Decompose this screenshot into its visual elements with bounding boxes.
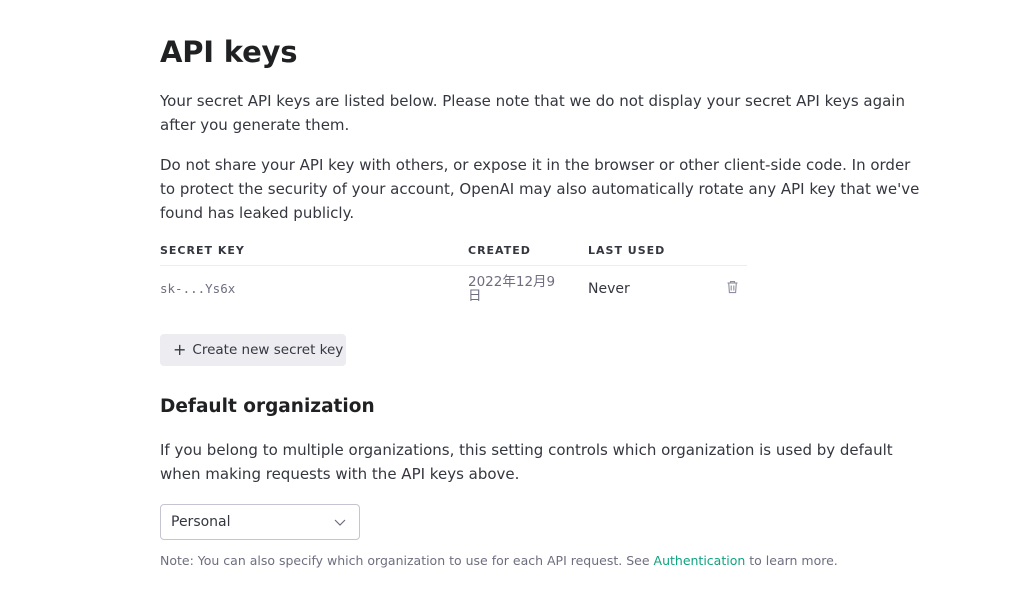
intro-text: Your secret API keys are listed below. P… (160, 92, 905, 134)
organization-note: Note: You can also specify which organiz… (160, 553, 838, 568)
default-organization-description: If you belong to multiple organizations,… (160, 441, 893, 483)
table-header-row: SECRET KEY CREATED LAST USED (160, 243, 747, 266)
trash-icon[interactable] (725, 280, 739, 294)
authentication-link[interactable]: Authentication (654, 553, 746, 568)
note-prefix: Note: You can also specify which organiz… (160, 553, 654, 568)
note-suffix: to learn more. (745, 553, 838, 568)
column-header-created: CREATED (468, 243, 588, 266)
secret-key-value: sk-...Ys6x (160, 281, 236, 296)
last-used-cell: Never (588, 266, 718, 313)
column-header-actions (718, 243, 747, 266)
organization-select-value: Personal (171, 514, 231, 530)
actions-cell (718, 266, 747, 313)
column-header-secret-key: SECRET KEY (160, 243, 468, 266)
last-used-value: Never (588, 281, 630, 297)
create-new-secret-key-button[interactable]: + Create new secret key (160, 334, 346, 366)
chevron-down-icon (334, 519, 346, 526)
column-header-last-used: LAST USED (588, 243, 718, 266)
organization-select[interactable]: Personal (160, 504, 360, 540)
plus-icon: + (173, 340, 187, 359)
default-organization-heading: Default organization (160, 396, 375, 417)
table-row: sk-...Ys6x 2022年12月9日 Never (160, 266, 747, 313)
api-keys-table: SECRET KEY CREATED LAST USED sk-...Ys6x … (160, 243, 747, 312)
create-button-label: Create new secret key (192, 342, 344, 358)
created-date: 2022年12月9日 (468, 274, 556, 304)
security-warning-text: Do not share your API key with others, o… (160, 156, 920, 222)
secret-key-cell: sk-...Ys6x (160, 266, 468, 313)
created-cell: 2022年12月9日 (468, 266, 588, 313)
page-title: API keys (160, 35, 298, 69)
